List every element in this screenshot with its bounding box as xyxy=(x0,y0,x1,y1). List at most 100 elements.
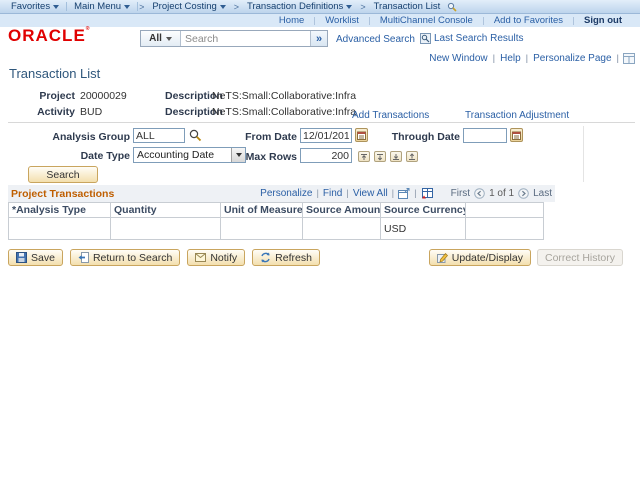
save-button[interactable]: Save xyxy=(8,249,63,266)
activity-value: BUD xyxy=(80,106,103,118)
last-search-results-link[interactable]: Last Search Results xyxy=(420,33,524,44)
next-page-icon[interactable] xyxy=(518,188,529,199)
date-shortcut-button-1[interactable] xyxy=(358,151,370,162)
breadcrumb-zoom-icon[interactable] xyxy=(447,2,457,12)
notify-button[interactable]: Notify xyxy=(187,249,246,266)
col-source-currency: Source Currency xyxy=(380,202,466,218)
date-shortcut-button-4[interactable] xyxy=(406,151,418,162)
view-all-link[interactable]: View All xyxy=(353,188,388,199)
col-source-amount: Source Amount xyxy=(302,202,381,218)
search-go-button[interactable]: » xyxy=(310,31,327,46)
nav-add-to-favorites[interactable]: Add to Favorites xyxy=(484,15,573,26)
personalize-page-link[interactable]: Personalize Page xyxy=(528,53,616,64)
return-to-search-icon xyxy=(78,252,89,263)
activity-label: Activity xyxy=(37,106,75,118)
save-label: Save xyxy=(31,251,55,264)
table-header-row: *Analysis Type Quantity Unit of Measure … xyxy=(8,202,544,218)
col-empty xyxy=(465,202,544,218)
cell-analysis-type xyxy=(8,217,111,240)
new-window-link[interactable]: New Window xyxy=(424,53,492,64)
breadcrumb-item-transaction-definitions[interactable]: Transaction Definitions xyxy=(240,1,359,12)
date-shortcut-button-3[interactable] xyxy=(390,151,402,162)
return-to-search-button[interactable]: Return to Search xyxy=(69,249,181,266)
notify-icon xyxy=(195,253,207,262)
divider xyxy=(346,188,348,199)
through-date-calendar-icon[interactable] xyxy=(510,128,523,142)
cell-quantity xyxy=(110,217,221,240)
divider xyxy=(8,122,635,123)
from-date-input[interactable] xyxy=(300,128,352,143)
nav-multichannel-console[interactable]: MultiChannel Console xyxy=(370,15,483,26)
refresh-button[interactable]: Refresh xyxy=(252,249,320,266)
grid-last-link[interactable]: Last xyxy=(533,188,552,199)
from-date-calendar-icon[interactable] xyxy=(355,128,368,142)
search-scope-dropdown[interactable]: All xyxy=(141,31,181,46)
max-rows-input[interactable] xyxy=(300,148,352,163)
search-button[interactable]: Search xyxy=(28,166,98,183)
refresh-label: Refresh xyxy=(275,251,312,264)
page-toolbar: Save Return to Search Notify Refresh xyxy=(8,249,320,266)
project-value: 20000029 xyxy=(80,90,127,102)
find-link[interactable]: Find xyxy=(323,188,342,199)
menu-main-menu[interactable]: Main Menu xyxy=(67,1,137,12)
peoplesoft-transaction-list-window: Favorites Main Menu Project Costing Tran… xyxy=(0,0,640,480)
help-link[interactable]: Help xyxy=(495,53,526,64)
grid-first-link[interactable]: First xyxy=(451,188,470,199)
through-date-input[interactable] xyxy=(463,128,507,143)
global-search-bar: All » xyxy=(140,30,328,47)
breadcrumb-separator xyxy=(138,2,145,12)
last-search-results-label: Last Search Results xyxy=(434,33,524,44)
previous-page-icon[interactable] xyxy=(474,188,485,199)
zoom-grid-icon[interactable] xyxy=(398,188,410,199)
divider xyxy=(617,53,619,64)
oracle-logo: ORACLE xyxy=(8,26,90,46)
chevron-down-icon xyxy=(165,36,172,41)
favorites-label: Favorites xyxy=(11,1,51,12)
nav-home[interactable]: Home xyxy=(269,15,314,26)
refresh-icon xyxy=(261,252,270,263)
analysis-group-input[interactable] xyxy=(133,128,185,143)
max-rows-label: Max Rows xyxy=(245,151,297,163)
col-quantity: Quantity xyxy=(110,202,221,218)
page-title: Transaction List xyxy=(9,66,101,81)
nav-sign-out[interactable]: Sign out xyxy=(574,15,632,26)
divider xyxy=(583,126,584,182)
grid-page-info: 1 of 1 xyxy=(489,188,515,199)
search-scope-label: All xyxy=(149,33,162,44)
add-transactions-link[interactable]: Add Transactions xyxy=(352,110,429,121)
date-type-label: Date Type xyxy=(80,150,130,162)
nav-worklist[interactable]: Worklist xyxy=(315,15,369,26)
update-display-label: Update/Display xyxy=(451,251,523,264)
breadcrumb-label: Project Costing xyxy=(152,1,217,12)
page-links: New Window Help Personalize Page xyxy=(424,53,635,64)
layout-icon[interactable] xyxy=(623,53,635,64)
personalize-link[interactable]: Personalize xyxy=(260,188,312,199)
cell-unit-of-measure xyxy=(220,217,303,240)
portal-header-links: Home Worklist MultiChannel Console Add t… xyxy=(0,14,640,27)
grid-title: Project Transactions xyxy=(11,187,115,200)
download-to-excel-icon[interactable] xyxy=(421,188,433,199)
grid-navigation: Personalize Find View All First xyxy=(260,188,552,199)
transaction-adjustment-link[interactable]: Transaction Adjustment xyxy=(465,110,569,121)
advanced-search-link[interactable]: Advanced Search xyxy=(336,34,415,45)
from-date-label: From Date xyxy=(245,131,297,143)
search-input[interactable] xyxy=(181,31,310,46)
cell-source-amount xyxy=(302,217,381,240)
through-date-label: Through Date xyxy=(391,131,460,143)
chevron-down-icon xyxy=(53,4,60,9)
breadcrumb-item-project-costing[interactable]: Project Costing xyxy=(145,1,232,12)
return-to-search-label: Return to Search xyxy=(92,251,173,264)
analysis-group-label: Analysis Group xyxy=(52,131,130,143)
grid-header-bar: Project Transactions Personalize Find Vi… xyxy=(8,185,555,202)
divider xyxy=(392,188,394,199)
date-shortcut-button-2[interactable] xyxy=(374,151,386,162)
update-display-button[interactable]: Update/Display xyxy=(428,249,531,266)
project-label: Project xyxy=(39,90,75,102)
cell-source-currency: USD xyxy=(380,217,466,240)
analysis-group-lookup-icon[interactable] xyxy=(189,129,202,142)
menu-favorites[interactable]: Favorites xyxy=(4,1,66,12)
breadcrumb-item-transaction-list[interactable]: Transaction List xyxy=(367,1,448,12)
notify-label: Notify xyxy=(210,251,238,264)
divider xyxy=(316,188,318,199)
project-transactions-table: *Analysis Type Quantity Unit of Measure … xyxy=(8,202,544,240)
